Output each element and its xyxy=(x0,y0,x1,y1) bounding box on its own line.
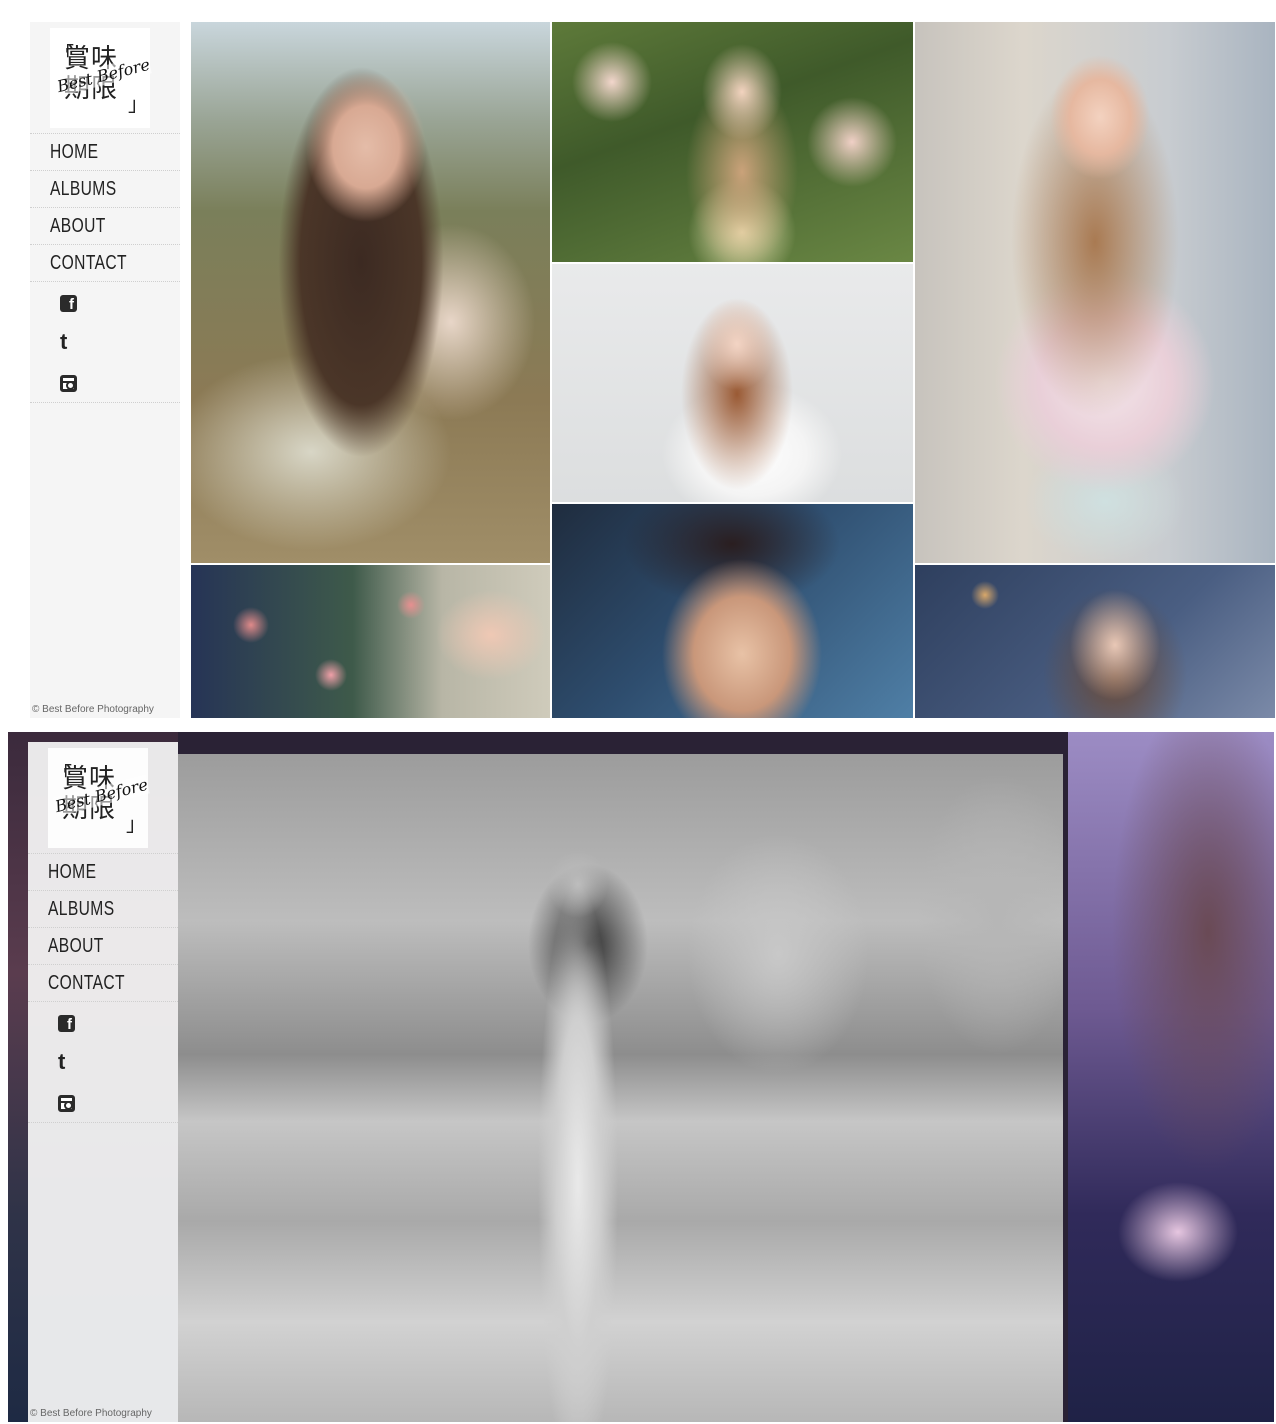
facebook-icon[interactable]: f xyxy=(60,295,77,313)
sidebar: 「 賞味 期限 Best Before 」 HOME ALBUMS ABOUT … xyxy=(30,22,180,718)
copyright-text: © Best Before Photography xyxy=(32,704,154,715)
gallery-photo[interactable] xyxy=(552,504,913,718)
nav-item-albums[interactable]: ALBUMS xyxy=(30,171,180,208)
nav-item-about[interactable]: ABOUT xyxy=(30,208,180,245)
nav-item-label: HOME xyxy=(50,140,99,163)
gallery-photo[interactable] xyxy=(915,22,1275,563)
site-logo[interactable]: 「 賞味 期限 Best Before 」 xyxy=(50,28,152,128)
nav-item-contact[interactable]: CONTACT xyxy=(28,965,178,1002)
gallery-photo[interactable] xyxy=(191,565,550,718)
nav-item-albums[interactable]: ALBUMS xyxy=(28,891,178,928)
nav-item-label: HOME xyxy=(48,860,97,883)
gallery-photo[interactable] xyxy=(191,22,550,563)
nav-item-label: ALBUMS xyxy=(48,897,115,920)
nav-item-label: CONTACT xyxy=(50,251,127,274)
sidebar: 「 賞味 期限 Best Before 」 HOME ALBUMS ABOUT … xyxy=(28,742,178,1422)
tumblr-icon[interactable]: t xyxy=(60,331,77,353)
next-slide-photo[interactable] xyxy=(1068,732,1274,1422)
nav-item-about[interactable]: ABOUT xyxy=(28,928,178,965)
slideshow-panel: 「 賞味 期限 Best Before 」 HOME ALBUMS ABOUT … xyxy=(8,732,1274,1422)
tumblr-icon[interactable]: t xyxy=(58,1051,75,1073)
social-links: f t xyxy=(30,281,180,403)
copyright-text: © Best Before Photography xyxy=(30,1408,152,1419)
gallery-photo[interactable] xyxy=(552,22,913,262)
instagram-icon[interactable] xyxy=(58,1095,75,1112)
nav-item-label: ABOUT xyxy=(50,214,106,237)
nav-item-home[interactable]: HOME xyxy=(30,134,180,171)
nav-item-contact[interactable]: CONTACT xyxy=(30,245,180,282)
facebook-icon[interactable]: f xyxy=(58,1015,75,1033)
main-nav: HOME ALBUMS ABOUT CONTACT xyxy=(30,133,180,282)
site-logo[interactable]: 「 賞味 期限 Best Before 」 xyxy=(48,748,150,848)
logo-bracket-close: 」 xyxy=(128,92,148,116)
nav-item-home[interactable]: HOME xyxy=(28,854,178,891)
nav-item-label: ALBUMS xyxy=(50,177,117,200)
logo-bracket-close: 」 xyxy=(126,812,146,836)
gallery-photo[interactable] xyxy=(552,264,913,502)
social-links: f t xyxy=(28,1001,178,1123)
current-slide-photo[interactable] xyxy=(178,754,1063,1422)
instagram-icon[interactable] xyxy=(60,375,77,392)
gallery-photo[interactable] xyxy=(915,565,1275,718)
nav-item-label: CONTACT xyxy=(48,971,125,994)
gallery-panel: 「 賞味 期限 Best Before 」 HOME ALBUMS ABOUT … xyxy=(30,22,1275,718)
main-nav: HOME ALBUMS ABOUT CONTACT xyxy=(28,853,178,1002)
nav-item-label: ABOUT xyxy=(48,934,104,957)
